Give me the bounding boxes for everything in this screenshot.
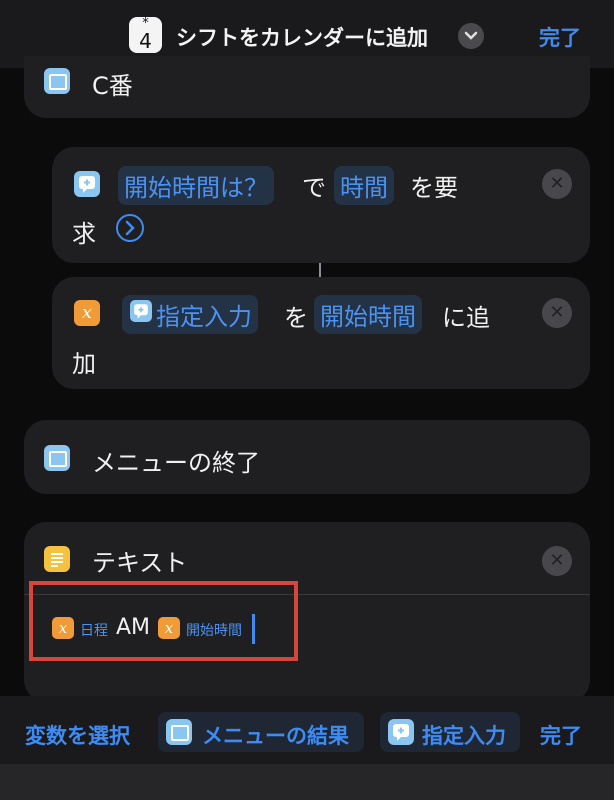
delete-action-close-icon[interactable]: ✕ [542,169,572,199]
menu-icon [44,68,70,94]
delete-action-close-icon[interactable]: ✕ [542,546,572,576]
speech-bubble-icon [388,719,414,745]
annotation-highlight [29,581,298,661]
ka-label: 加 [72,350,96,378]
specified-input-label: 指定入力 [422,724,506,748]
done-bottom-button[interactable]: 完了 [540,720,582,750]
delete-action-close-icon[interactable]: ✕ [542,298,572,328]
variable-icon: x [74,300,100,326]
shortcut-title[interactable]: シフトをカレンダーに追加 [176,22,428,52]
ni-tsui-label: に追 [442,304,490,332]
prompt-token[interactable]: 開始時間は？ [118,166,274,205]
shortcut-app-icon[interactable]: * 4 [129,17,162,53]
de-label: で [302,174,326,202]
menu-icon [44,445,70,471]
wo-label: を [284,304,308,332]
select-variable-button[interactable]: 変数を選択 [25,720,130,750]
text-doc-icon [44,546,70,572]
speech-bubble-icon [74,171,100,197]
expand-chevron-right-icon[interactable] [115,213,145,247]
specified-input-bubble-icon [130,300,152,322]
flow-connector [319,263,321,277]
done-button[interactable]: 完了 [539,22,581,52]
end-menu-label: メニューの終了 [92,449,260,477]
text-action-title: テキスト [92,549,188,577]
wo-you-label: を要 [410,174,458,202]
start-time-variable-token[interactable]: 開始時間 [314,295,422,334]
kyu-label: 求 [72,220,96,248]
keyboard-area [0,764,614,800]
menu-icon [166,719,192,745]
menu-result-label: メニューの結果 [202,724,349,748]
title-chevron-down-icon[interactable] [458,23,484,49]
menu-item-label[interactable]: C番 [92,66,133,101]
input-type-token[interactable]: 時間 [334,166,394,205]
